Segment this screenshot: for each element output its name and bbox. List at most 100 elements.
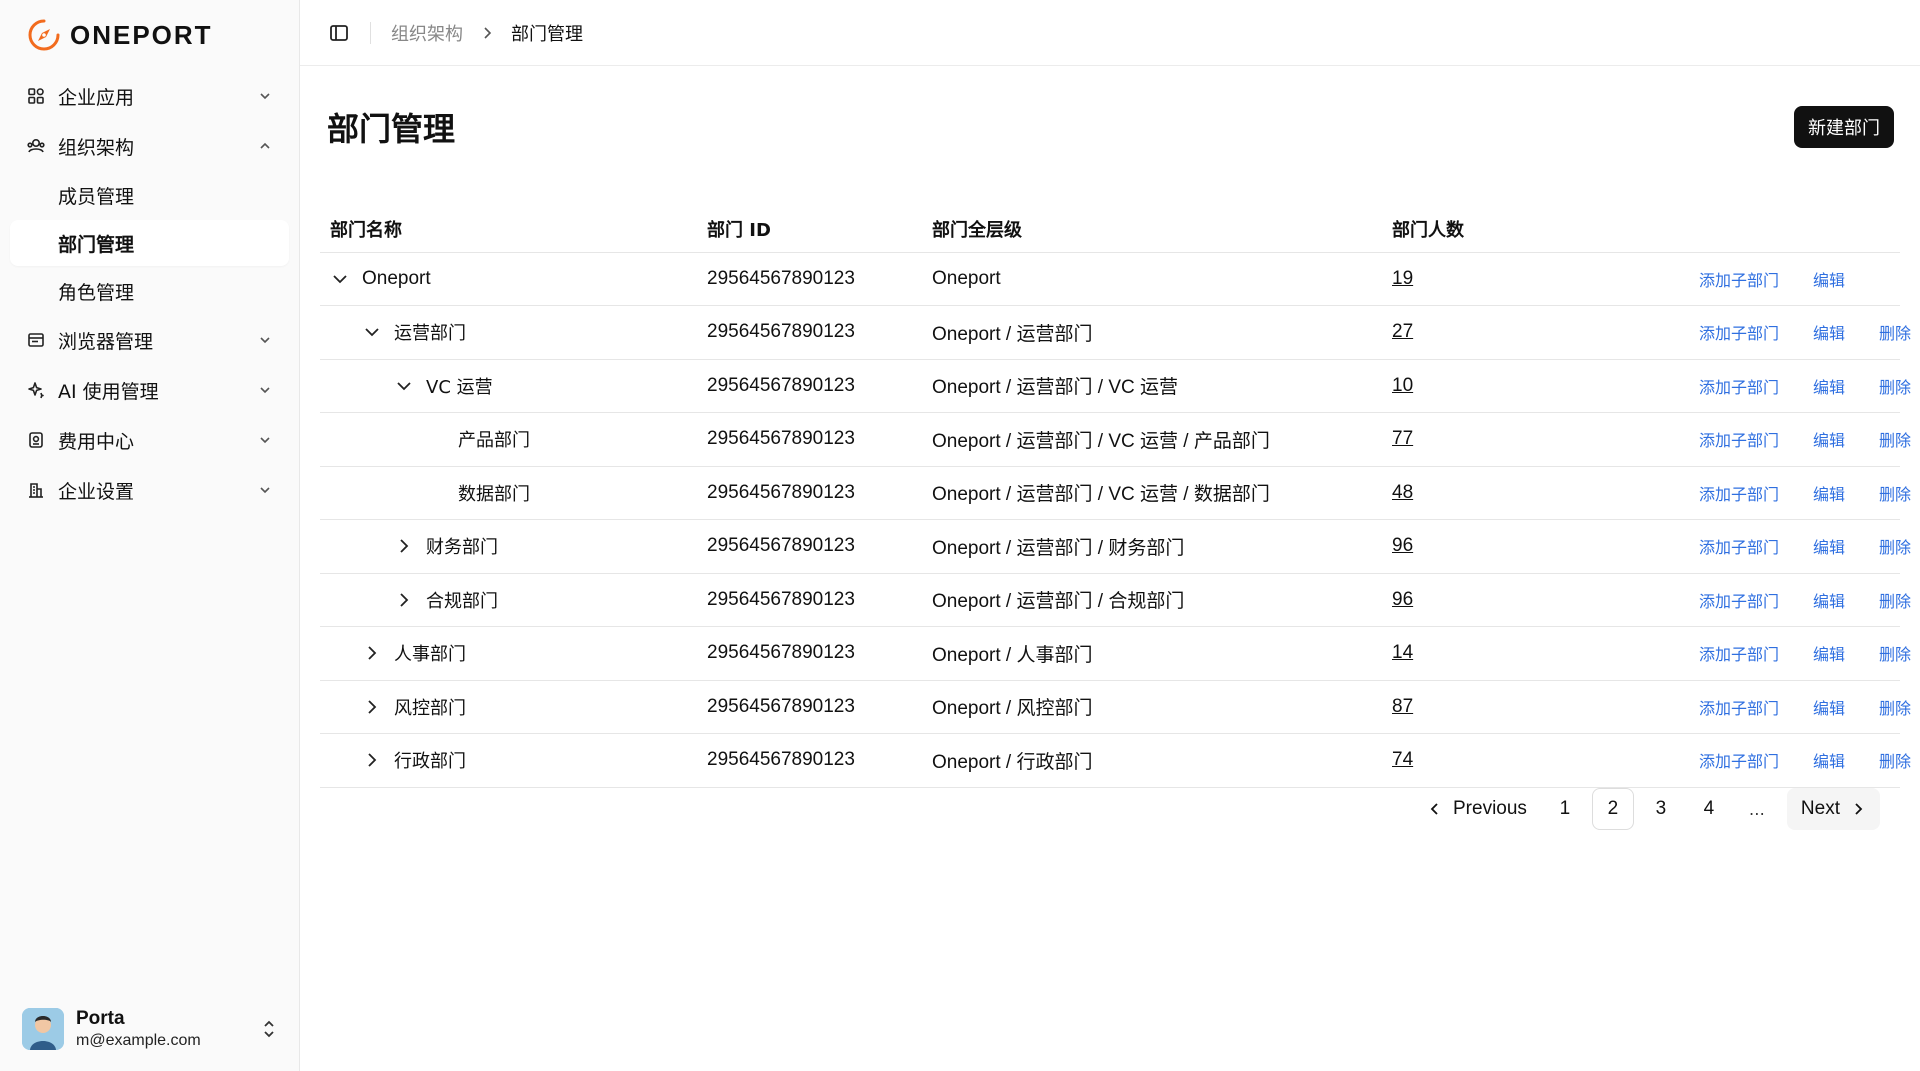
delete-department-link[interactable]: 删除 <box>1879 641 1911 665</box>
cell-department-count: 96 <box>1382 519 1622 574</box>
member-count-link[interactable]: 96 <box>1392 589 1413 610</box>
cell-department-path: Oneport / 运营部门 / 财务部门 <box>922 519 1382 574</box>
edit-department-link[interactable]: 编辑 <box>1813 641 1845 665</box>
edit-department-link[interactable]: 编辑 <box>1813 748 1845 772</box>
apps-grid-icon <box>26 86 46 106</box>
sidebar-subitem-label: 部门管理 <box>58 233 135 256</box>
sidebar-toggle-icon[interactable] <box>328 22 350 44</box>
table-row: 运营部门 29564567890123 Oneport / 运营部门 27 添加子部门 编… <box>320 305 1911 360</box>
delete-department-link[interactable]: 删除 <box>1879 320 1911 344</box>
cell-department-count: 77 <box>1382 412 1622 467</box>
edit-department-link[interactable]: 编辑 <box>1813 588 1845 612</box>
cell-actions: 添加子部门 编辑 <box>1622 252 1900 306</box>
add-child-department-link[interactable]: 添加子部门 <box>1699 534 1779 558</box>
table-row: VC 运营 29564567890123 Oneport / 运营部门 / VC 运… <box>320 359 1911 413</box>
chevron-down-icon[interactable] <box>330 269 350 289</box>
add-child-department-link[interactable]: 添加子部门 <box>1699 481 1779 505</box>
edit-department-link[interactable]: 编辑 <box>1813 427 1845 451</box>
edit-department-link[interactable]: 编辑 <box>1813 374 1845 398</box>
add-child-department-link[interactable]: 添加子部门 <box>1699 588 1779 612</box>
add-child-department-link[interactable]: 添加子部门 <box>1699 427 1779 451</box>
chevron-right-icon[interactable] <box>362 643 382 663</box>
sidebar-item-enterprise-settings[interactable]: 企业设置 <box>10 466 289 514</box>
edit-department-link[interactable]: 编辑 <box>1813 534 1845 558</box>
department-name: 风控部门 <box>394 697 466 719</box>
cell-department-id: 29564567890123 <box>697 680 922 734</box>
add-child-department-link[interactable]: 添加子部门 <box>1699 695 1779 719</box>
previous-page-button[interactable]: Previous <box>1413 788 1541 830</box>
chevron-down-icon[interactable] <box>394 376 414 396</box>
chevron-down-icon[interactable] <box>362 322 382 342</box>
delete-department-link[interactable]: 删除 <box>1879 534 1911 558</box>
cell-department-name: 数据部门 <box>320 466 697 520</box>
add-child-department-link[interactable]: 添加子部门 <box>1699 641 1779 665</box>
cell-actions: 添加子部门 编辑 删除 <box>1622 412 1911 467</box>
user-menu[interactable]: Porta m@example.com <box>0 987 300 1071</box>
member-count-link[interactable]: 27 <box>1392 321 1413 342</box>
row-actions: 添加子部门 编辑 删除 <box>1699 748 1911 772</box>
member-count-link[interactable]: 74 <box>1392 749 1413 770</box>
delete-department-link[interactable]: 删除 <box>1879 427 1911 451</box>
cell-department-path: Oneport / 运营部门 / VC 运营 <box>922 359 1382 413</box>
add-child-department-link[interactable]: 添加子部门 <box>1699 320 1779 344</box>
tree-node: 风控部门 <box>330 694 697 720</box>
add-child-department-link[interactable]: 添加子部门 <box>1699 267 1779 291</box>
member-count-link[interactable]: 19 <box>1392 268 1413 289</box>
add-child-department-link[interactable]: 添加子部门 <box>1699 748 1779 772</box>
next-page-button[interactable]: Next <box>1786 788 1880 830</box>
sidebar-item-browser-management[interactable]: 浏览器管理 <box>10 316 289 364</box>
sidebar-item-ai-usage[interactable]: AI 使用管理 <box>10 366 289 414</box>
member-count-link[interactable]: 10 <box>1392 375 1413 396</box>
sparkle-icon <box>26 380 46 400</box>
sidebar-subitem-departments[interactable]: 部门管理 <box>10 220 289 266</box>
sidebar-subitem-roles[interactable]: 角色管理 <box>10 268 289 314</box>
table-row: 人事部门 29564567890123 Oneport / 人事部门 14 添加子部门 编… <box>320 626 1911 681</box>
new-department-button[interactable]: 新建部门 <box>1794 106 1894 148</box>
delete-department-link[interactable]: 删除 <box>1879 695 1911 719</box>
delete-department-link[interactable]: 删除 <box>1879 481 1911 505</box>
page-number-1[interactable]: 1 <box>1544 788 1586 830</box>
breadcrumb-parent[interactable]: 组织架构 <box>391 20 463 46</box>
sidebar-item-billing[interactable]: 费用中心 <box>10 416 289 464</box>
delete-department-link[interactable]: 删除 <box>1879 748 1911 772</box>
sidebar-item-org-structure[interactable]: 组织架构 <box>10 122 289 170</box>
chevron-right-icon[interactable] <box>362 750 382 770</box>
delete-department-link[interactable]: 删除 <box>1879 374 1911 398</box>
chevron-right-icon[interactable] <box>362 697 382 717</box>
sidebar-subitem-members[interactable]: 成员管理 <box>10 172 289 218</box>
page-number-3[interactable]: 3 <box>1640 788 1682 830</box>
sidebar-subitem-label: 角色管理 <box>58 281 135 304</box>
column-header-name: 部门名称 <box>320 206 697 253</box>
cell-department-id: 29564567890123 <box>697 519 922 574</box>
member-count-link[interactable]: 87 <box>1392 696 1413 717</box>
table-header-row: 部门名称 部门 ID 部门全层级 部门人数 <box>320 206 1900 253</box>
delete-department-link[interactable]: 删除 <box>1879 588 1911 612</box>
logo[interactable]: ONEPORT <box>0 0 299 70</box>
member-count-link[interactable]: 77 <box>1392 428 1413 449</box>
add-child-department-link[interactable]: 添加子部门 <box>1699 374 1779 398</box>
page-number-4[interactable]: 4 <box>1688 788 1730 830</box>
user-info: Porta m@example.com <box>76 1008 260 1050</box>
sidebar-nav: 企业应用 组织架构 成员管理 部门管理 角色管理 浏览器管理 AI 使用管理 费… <box>0 72 299 514</box>
member-count-link[interactable]: 96 <box>1392 535 1413 556</box>
page-number-2[interactable]: 2 <box>1591 788 1634 830</box>
edit-department-link[interactable]: 编辑 <box>1813 267 1845 291</box>
edit-department-link[interactable]: 编辑 <box>1813 320 1845 344</box>
edit-department-link[interactable]: 编辑 <box>1813 695 1845 719</box>
edit-department-link[interactable]: 编辑 <box>1813 481 1845 505</box>
app-root: ONEPORT 企业应用 组织架构 成员管理 部门管理 角色管理 浏览器管理 A… <box>0 0 1920 1071</box>
cell-department-id: 29564567890123 <box>697 359 922 413</box>
member-count-link[interactable]: 48 <box>1392 482 1413 503</box>
row-actions: 添加子部门 编辑 删除 <box>1699 374 1911 398</box>
cell-actions: 添加子部门 编辑 删除 <box>1622 626 1911 681</box>
chevron-right-icon[interactable] <box>394 536 414 556</box>
member-count-link[interactable]: 14 <box>1392 642 1413 663</box>
sidebar-item-enterprise-apps[interactable]: 企业应用 <box>10 72 289 120</box>
cell-actions: 添加子部门 编辑 删除 <box>1622 519 1911 574</box>
cell-department-name: 行政部门 <box>320 733 697 788</box>
chevron-right-icon[interactable] <box>394 590 414 610</box>
chevron-up-down-icon[interactable] <box>260 1017 278 1041</box>
row-actions: 添加子部门 编辑 删除 <box>1699 481 1911 505</box>
row-actions: 添加子部门 编辑 <box>1699 267 1900 291</box>
breadcrumb: 组织架构 部门管理 <box>391 20 583 46</box>
